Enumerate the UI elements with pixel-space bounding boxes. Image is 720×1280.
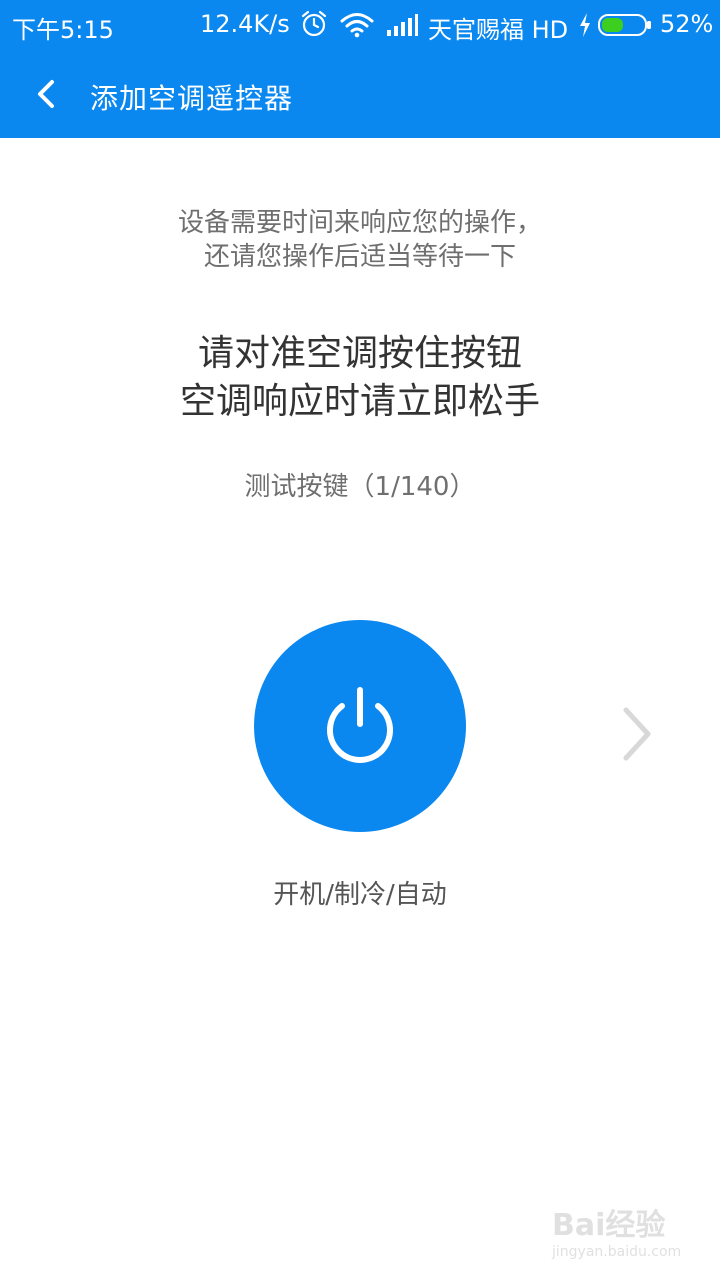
alarm-icon: [301, 10, 327, 37]
next-button[interactable]: [606, 698, 666, 770]
power-icon: [327, 687, 393, 763]
signal-icon: [387, 14, 418, 36]
battery-icon: [598, 14, 651, 36]
chevron-left-icon: [38, 80, 54, 108]
screen: 下午5:15 12.4K/s 天官赐福 HD 52% 添加空调遥控器 设备需要时…: [0, 0, 720, 1280]
power-button[interactable]: [254, 620, 466, 832]
battery-level-fill: [602, 18, 623, 32]
instruction: 请对准空调按住按钮 空调响应时请立即松手: [0, 330, 720, 426]
wifi-icon: [340, 13, 374, 38]
chevron-right-icon: [623, 707, 651, 761]
watermark: Bai经验 jingyan.baidu.com: [552, 1200, 692, 1270]
top-app-bar: 下午5:15 12.4K/s 天官赐福 HD 52% 添加空调遥控器: [0, 0, 720, 138]
status-bar: 下午5:15 12.4K/s 天官赐福 HD 52%: [0, 0, 720, 50]
instruction-line-2: 空调响应时请立即松手: [179, 381, 540, 422]
page-title: 添加空调遥控器: [90, 82, 294, 115]
wait-hint: 设备需要时间来响应您的操作， 还请您操作后适当等待一下: [0, 206, 720, 274]
mode-label: 开机/制冷/自动: [273, 880, 447, 910]
battery-percent: 52%: [660, 10, 714, 38]
charging-icon: [580, 13, 590, 37]
watermark-url: jingyan.baidu.com: [552, 1244, 682, 1260]
back-button[interactable]: [22, 70, 70, 118]
wait-hint-line-2: 还请您操作后适当等待一下: [203, 242, 516, 272]
network-speed: 12.4K/s: [200, 10, 290, 38]
instruction-line-1: 请对准空调按住按钮: [197, 333, 522, 374]
wait-hint-line-1: 设备需要时间来响应您的操作，: [177, 208, 542, 238]
test-key-counter: 测试按键（1/140）: [244, 472, 476, 502]
carrier-label: 天官赐福 HD: [428, 16, 569, 44]
status-time: 下午5:15: [12, 16, 114, 44]
watermark-logo: Bai经验: [552, 1208, 666, 1243]
nav-bar: 添加空调遥控器: [0, 50, 720, 138]
